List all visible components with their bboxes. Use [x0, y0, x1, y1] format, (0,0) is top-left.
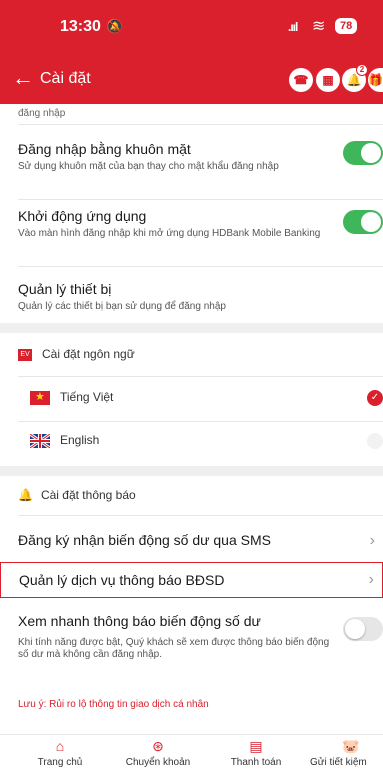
cut-off-text: đăng nhập [18, 108, 66, 119]
battery-indicator: 78 [335, 18, 358, 34]
risk-note: Lưu ý: Rủi ro lộ thông tin giao dịch cá … [18, 699, 209, 710]
divider [18, 421, 383, 422]
support-icon[interactable]: ☎ [289, 68, 313, 92]
language-option-english[interactable]: English [29, 432, 100, 450]
quick-view-desc: Khi tính năng được bật, Quý khách sẽ xem… [18, 637, 330, 660]
qr-code-icon[interactable]: ▦ [316, 68, 340, 92]
notification-badge: 2 [356, 64, 368, 76]
devices-title: Quản lý thiết bị [18, 281, 112, 297]
language-section-label: Cài đặt ngôn ngữ [42, 347, 135, 361]
bell-mute-icon: 🔕 [106, 18, 124, 34]
bill-icon: ▤ [249, 738, 263, 754]
notification-section-label: Cài đặt thông báo [40, 488, 136, 502]
tab-payment[interactable]: ▤ Thanh toán [220, 739, 292, 768]
bottom-tab-bar: ⌂ Trang chủ ⊛ Chuyển khoản ▤ Thanh toán 🐷 Gử… [0, 734, 383, 779]
chevron-right-icon: › [369, 532, 375, 549]
quick-view-toggle[interactable] [343, 617, 383, 641]
language-label: Tiếng Việt [60, 390, 114, 404]
page-title: Cài đặt [40, 70, 91, 87]
devices-desc: Quản lý các thiết bị bạn sử dụng để đăng… [18, 301, 226, 312]
tab-label: Gửi tiết kiệm [310, 757, 367, 768]
divider [18, 376, 383, 377]
face-login-setting: Đăng nhập bằng khuôn mặt Sử dụng khuôn m… [18, 141, 358, 173]
notification-section-header: 🔔 Cài đặt thông báo [18, 488, 136, 502]
tab-savings[interactable]: 🐷 Gửi tiết kiệm [310, 739, 383, 768]
tab-home[interactable]: ⌂ Trang chủ [28, 739, 92, 768]
device-management[interactable]: Quản lý thiết bị Quản lý các thiết bị bạ… [18, 281, 358, 313]
notification-bell-icon[interactable]: 🔔 2 [342, 64, 368, 92]
face-login-title: Đăng nhập bằng khuôn mặt [18, 141, 191, 157]
face-login-toggle[interactable] [343, 141, 383, 165]
signal-icon: .ııl [288, 20, 298, 34]
status-bar: 13:30 🔕 .ııl ≋ 78 [0, 0, 383, 56]
face-login-desc: Sử dụng khuôn mặt của bạn thay cho mật k… [18, 161, 279, 172]
back-arrow-icon[interactable]: ← [12, 66, 34, 90]
home-icon: ⌂ [55, 738, 65, 754]
tab-transfer[interactable]: ⊛ Chuyển khoản [116, 739, 200, 768]
status-time: 13:30 [60, 18, 101, 35]
english-radio[interactable] [367, 433, 383, 449]
language-option-vietnamese[interactable]: Tiếng Việt [30, 390, 113, 405]
piggy-icon: 🐷 [342, 738, 360, 754]
tab-label: Thanh toán [230, 757, 282, 768]
quick-view-setting: Xem nhanh thông báo biến động số dư Khi … [18, 613, 338, 661]
app-launch-toggle[interactable] [343, 210, 383, 234]
app-launch-desc: Vào màn hình đăng nhập khi mở ứng dụng H… [18, 228, 321, 239]
quick-view-title: Xem nhanh thông báo biến động số dư [18, 613, 261, 629]
bdsd-service-row[interactable]: Quản lý dịch vụ thông báo BĐSD › [0, 562, 383, 598]
tab-label: Trang chủ [37, 757, 83, 768]
sms-balance-label: Đăng ký nhận biến động số dư qua SMS [18, 532, 271, 548]
gift-icon[interactable]: 🎁 [368, 68, 383, 92]
divider [18, 266, 383, 267]
app-launch-title: Khởi động ứng dụng [18, 208, 147, 224]
section-gap [0, 466, 383, 476]
language-section-header: EV Cài đặt ngôn ngữ [18, 347, 135, 361]
app-launch-setting: Khởi động ứng dụng Vào màn hình đăng nhậ… [18, 208, 358, 240]
app-header: ← Cài đặt ☎ ▦ 🔔 2 🎁 [0, 56, 383, 104]
wifi-icon: ≋ [312, 18, 326, 35]
language-icon: EV [18, 348, 32, 361]
notification-settings-icon: 🔔 [18, 488, 33, 502]
language-label: English [60, 433, 100, 447]
divider [18, 199, 383, 200]
divider [18, 124, 383, 125]
transfer-icon: ⊛ [152, 738, 164, 754]
vietnamese-radio[interactable]: ✓ [367, 390, 383, 406]
uk-flag-icon [29, 432, 51, 450]
divider [18, 515, 383, 516]
tab-label: Chuyển khoản [125, 757, 191, 768]
bdsd-service-label: Quản lý dịch vụ thông báo BĐSD [19, 572, 225, 588]
vietnam-flag-icon [30, 390, 50, 405]
sms-balance-row[interactable]: Đăng ký nhận biến động số dư qua SMS › [0, 520, 383, 560]
chevron-right-icon: › [368, 571, 374, 588]
section-gap [0, 323, 383, 333]
